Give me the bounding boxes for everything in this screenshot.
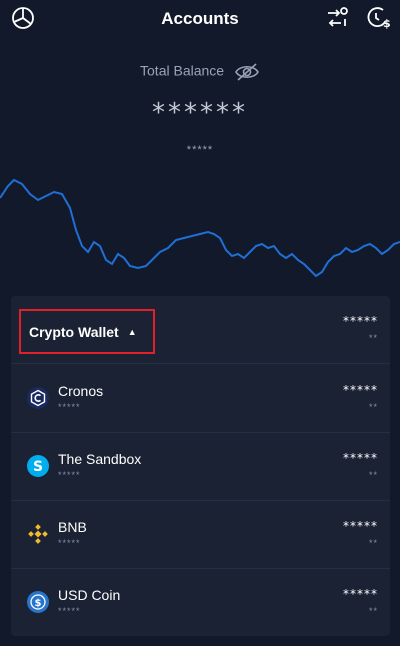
crypto-wallet-header[interactable]: Crypto Wallet ▲ ***** ** (11, 296, 390, 364)
svg-text:S: S (33, 459, 43, 475)
coin-amount: ***** (343, 587, 378, 601)
crypto-wallet-toggle[interactable]: Crypto Wallet ▲ (19, 309, 155, 354)
sandbox-icon: S (27, 455, 49, 477)
balance-chart[interactable] (0, 168, 400, 288)
coin-sub: ***** (58, 606, 81, 616)
coin-amount-sub: ** (368, 402, 378, 412)
usdc-icon: $ (27, 591, 49, 613)
total-balance-amount: ****** (152, 98, 248, 128)
svg-text:$: $ (383, 17, 391, 30)
wallet-panel: Crypto Wallet ▲ ***** ** Cronos ***** **… (11, 296, 390, 636)
crypto-wallet-title: Crypto Wallet (29, 323, 119, 340)
bnb-icon (27, 523, 49, 545)
price-alert-icon[interactable]: $ (366, 5, 392, 31)
coin-amount: ***** (343, 383, 378, 397)
wallet-amount-sub: ** (368, 333, 378, 343)
coin-sub: ***** (58, 538, 81, 548)
list-item-the-sandbox[interactable]: S The Sandbox ***** ***** ** (11, 433, 390, 501)
coin-amount: ***** (343, 519, 378, 533)
caret-up-icon: ▲ (127, 326, 137, 337)
coin-sub: ***** (58, 402, 81, 412)
coin-name: USD Coin (58, 587, 121, 603)
total-balance-label: Total Balance (0, 62, 400, 82)
total-balance-text: Total Balance (140, 62, 225, 79)
balance-chart-line (0, 178, 400, 278)
coin-amount: ***** (343, 451, 378, 465)
transfer-icon[interactable] (324, 5, 350, 31)
coin-name: BNB (58, 519, 87, 535)
wallet-amount: ***** (343, 314, 378, 328)
coin-amount-sub: ** (368, 606, 378, 616)
list-item-usd-coin[interactable]: $ USD Coin ***** ***** ** (11, 569, 390, 637)
list-item-bnb[interactable]: BNB ***** ***** ** (11, 501, 390, 569)
cronos-icon (27, 387, 49, 409)
list-item-cronos[interactable]: Cronos ***** ***** ** (11, 365, 390, 433)
coin-name: Cronos (58, 383, 104, 399)
top-bar: Accounts $ (0, 0, 400, 38)
coin-amount-sub: ** (368, 470, 378, 480)
svg-text:$: $ (35, 598, 42, 609)
coin-amount-sub: ** (368, 538, 378, 548)
coin-name: The Sandbox (58, 451, 142, 467)
coin-sub: ***** (58, 470, 81, 480)
eye-off-icon[interactable] (234, 62, 260, 82)
total-balance-sub: ***** (186, 144, 214, 156)
